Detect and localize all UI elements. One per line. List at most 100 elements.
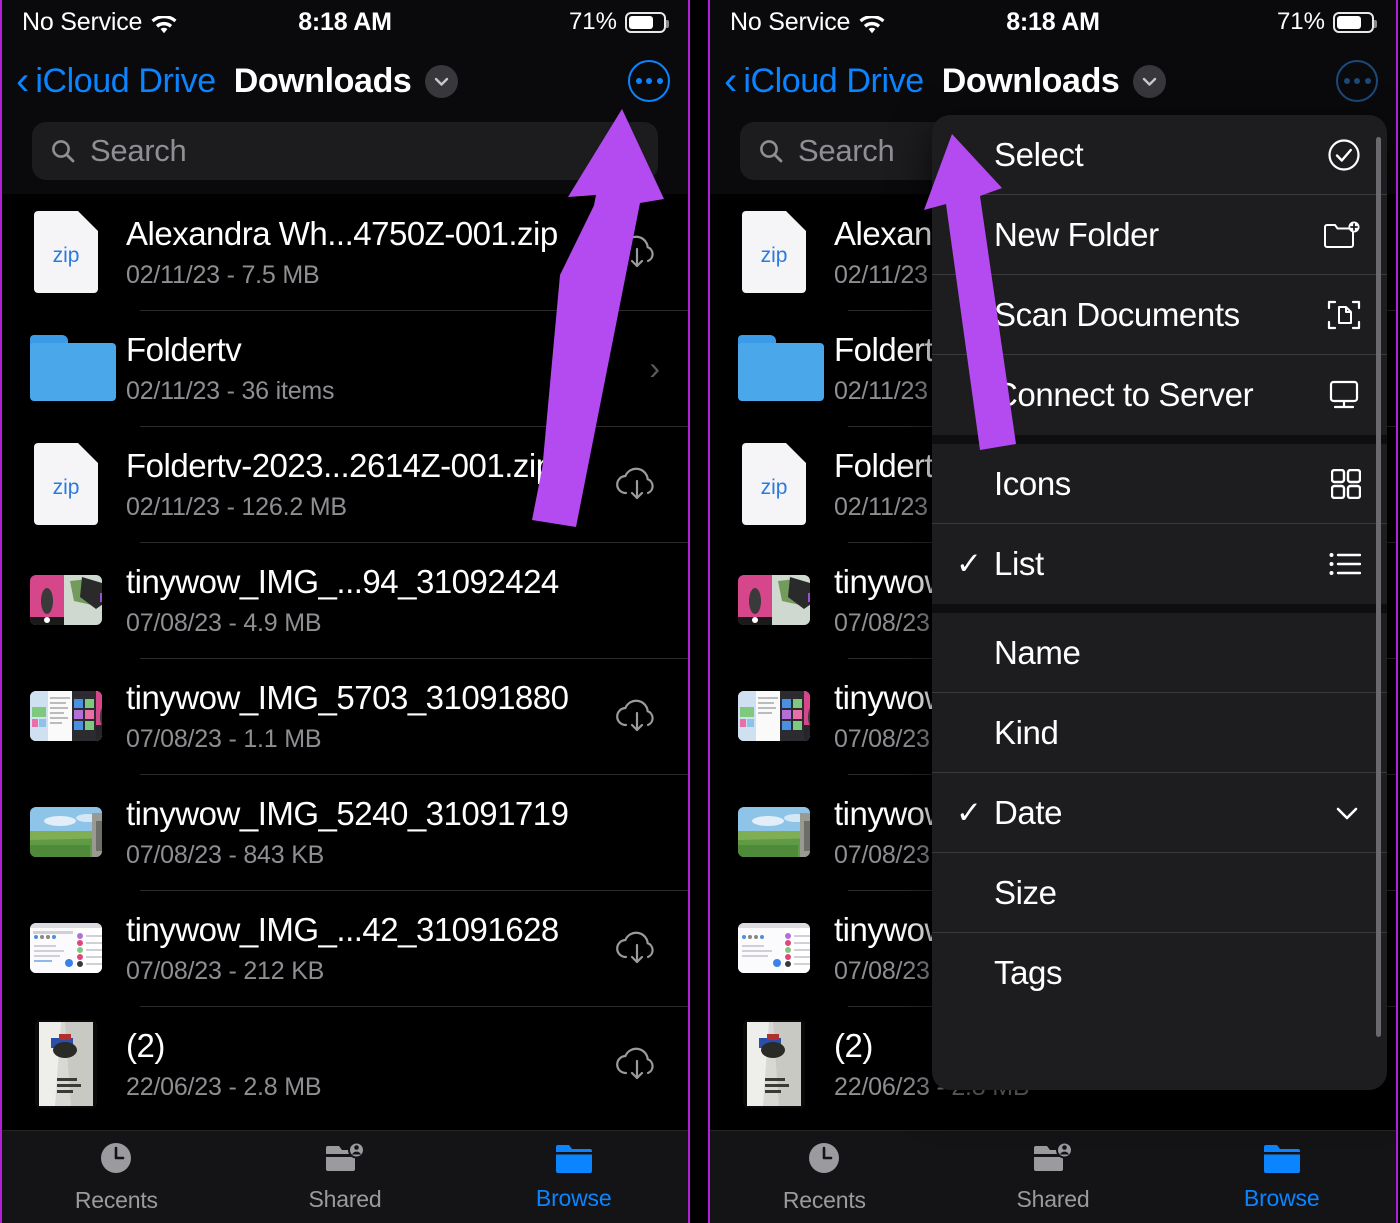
status-bar-right: 71% [1276, 8, 1377, 36]
search-container: Search [2, 118, 688, 194]
battery-icon [1333, 11, 1377, 33]
menu-item-select[interactable]: Select [932, 115, 1387, 195]
photo-thumbnail [738, 691, 810, 741]
menu-item-icons[interactable]: Icons [932, 435, 1387, 524]
menu-item-label: Scan Documents [994, 296, 1240, 333]
folder-icon [30, 335, 116, 401]
search-input[interactable]: Search [32, 122, 658, 180]
wifi-icon [859, 13, 885, 33]
row-accessory[interactable] [604, 697, 660, 735]
status-bar: No Service 8:18 AM 71% [710, 0, 1396, 44]
microphone-icon[interactable] [618, 135, 640, 167]
photo-thumbnail [738, 807, 810, 857]
tab-shared[interactable]: Shared [939, 1131, 1168, 1223]
list-item[interactable]: tinywow_IMG_5703_31091880 07/08/23 - 1.1… [2, 658, 688, 774]
file-thumbnail: zip [30, 443, 102, 525]
navigation-bar: ‹ iCloud Drive Downloads [710, 44, 1396, 118]
back-button-label[interactable]: iCloud Drive [35, 62, 216, 101]
checkmark-circle-icon [1321, 138, 1361, 172]
photo-thumbnail [30, 807, 102, 857]
cloud-download-icon[interactable] [614, 1045, 660, 1083]
cloud-download-icon[interactable] [614, 465, 660, 503]
shared-folder-icon [325, 1141, 365, 1179]
title-chevron-down-icon[interactable] [425, 64, 459, 98]
shared-folder-icon [1033, 1141, 1073, 1179]
chevron-left-icon[interactable]: ‹ [724, 61, 737, 101]
menu-item-scan-documents[interactable]: Scan Documents [932, 275, 1387, 355]
chevron-right-icon: › [956, 1074, 994, 1078]
menu-item-tags[interactable]: Tags [932, 933, 1387, 1013]
zip-file-icon: zip [742, 443, 806, 525]
chevron-left-icon[interactable]: ‹ [16, 61, 29, 101]
list-item[interactable]: tinywow_IMG_...94_31092424 07/08/23 - 4.… [2, 542, 688, 658]
file-thumbnail [30, 923, 102, 973]
file-meta: 02/11/23 - 7.5 MB [126, 260, 320, 289]
list-item[interactable]: (2) 22/06/23 - 2.8 MB [2, 1006, 688, 1122]
context-menu: Select New Folder Scan Documents Connect… [932, 115, 1387, 1090]
photo-thumbnail [743, 1020, 805, 1108]
tab-browse[interactable]: Browse [459, 1131, 688, 1223]
file-info: tinywow_IMG_5240_31091719 07/08/23 - 843… [126, 795, 604, 870]
battery-percent-label: 71% [568, 8, 617, 35]
zip-file-icon: zip [34, 443, 98, 525]
menu-item-connect-to-server[interactable]: Connect to Server [932, 355, 1387, 435]
menu-item-label: Connect to Server [994, 376, 1254, 413]
tab-shared[interactable]: Shared [231, 1131, 460, 1223]
file-info: Foldertv 02/11/23 - 36 items [126, 331, 604, 406]
file-meta: 07/08/23 - 4.9 MB [126, 608, 322, 637]
menu-item-label: View Options [994, 1074, 1321, 1078]
row-accessory[interactable] [604, 465, 660, 503]
phone-screenshot-right: No Service 8:18 AM 71% ‹ iCloud Drive Do… [708, 0, 1398, 1223]
file-meta: 07/08/23 - 212 KB [126, 956, 325, 985]
row-accessory[interactable] [604, 233, 660, 271]
phone-screenshot-left: No Service 8:18 AM 71% ‹ iCloud Drive Do… [0, 0, 690, 1223]
file-info: tinywow_IMG_...42_31091628 07/08/23 - 21… [126, 911, 604, 986]
tab-browse[interactable]: Browse [1167, 1131, 1396, 1223]
photo-thumbnail [738, 575, 810, 625]
list-item[interactable]: Foldertv 02/11/23 - 36 items › [2, 310, 688, 426]
menu-item-label: New Folder [994, 216, 1159, 253]
folder-icon [1263, 1143, 1301, 1178]
menu-item-label: Tags [994, 954, 1063, 991]
menu-item-new-folder[interactable]: New Folder [932, 195, 1387, 275]
back-button-label[interactable]: iCloud Drive [743, 62, 924, 101]
menu-item-size[interactable]: Size [932, 853, 1387, 933]
search-placeholder: Search [798, 133, 895, 168]
menu-item-view-options[interactable]: › View Options [932, 1022, 1387, 1078]
cloud-download-icon[interactable] [614, 697, 660, 735]
file-thumbnail [738, 1020, 810, 1108]
file-thumbnail [30, 1020, 102, 1108]
menu-item-date[interactable]: ✓ Date [932, 773, 1387, 853]
more-options-button[interactable] [1336, 60, 1378, 102]
status-bar-right: 71% [568, 8, 669, 36]
list-item[interactable]: tinywow_IMG_5240_31091719 07/08/23 - 843… [2, 774, 688, 890]
row-accessory[interactable] [604, 929, 660, 967]
tab-bar: Recents Shared Browse [710, 1130, 1396, 1223]
clock-icon [99, 1141, 133, 1180]
tab-bar: Recents Shared Browse [2, 1130, 688, 1223]
menu-item-kind[interactable]: Kind [932, 693, 1387, 773]
search-icon [758, 138, 784, 164]
cloud-download-icon[interactable] [614, 929, 660, 967]
more-options-button[interactable] [628, 60, 670, 102]
file-thumbnail: zip [738, 211, 810, 293]
title-chevron-down-icon[interactable] [1133, 64, 1167, 98]
file-meta: 02/11/23 - 36 items [126, 376, 335, 405]
file-info: tinywow_IMG_...94_31092424 07/08/23 - 4.… [126, 563, 604, 638]
cloud-download-icon[interactable] [614, 233, 660, 271]
list-item[interactable]: tinywow_IMG_...42_31091628 07/08/23 - 21… [2, 890, 688, 1006]
menu-item-name[interactable]: Name [932, 604, 1387, 693]
tab-recents[interactable]: Recents [710, 1131, 939, 1223]
row-accessory[interactable] [604, 1045, 660, 1083]
list-item[interactable]: zip Alexandra Wh...4750Z-001.zip 02/11/2… [2, 194, 688, 310]
battery-percent-label: 71% [1276, 8, 1325, 35]
tab-recents[interactable]: Recents [2, 1131, 231, 1223]
file-thumbnail [30, 807, 102, 857]
menu-scrollbar[interactable] [1376, 137, 1381, 1037]
folder-icon [555, 1143, 593, 1178]
list-item[interactable]: zip Foldertv-2023...2614Z-001.zip 02/11/… [2, 426, 688, 542]
file-name: Foldertv-2023...2614Z-001.zip [126, 446, 554, 484]
file-name: Alexandra Wh...4750Z-001.zip [126, 214, 558, 252]
menu-item-list[interactable]: ✓ List [932, 524, 1387, 604]
file-meta: 07/08/23 - 843 KB [126, 840, 325, 869]
